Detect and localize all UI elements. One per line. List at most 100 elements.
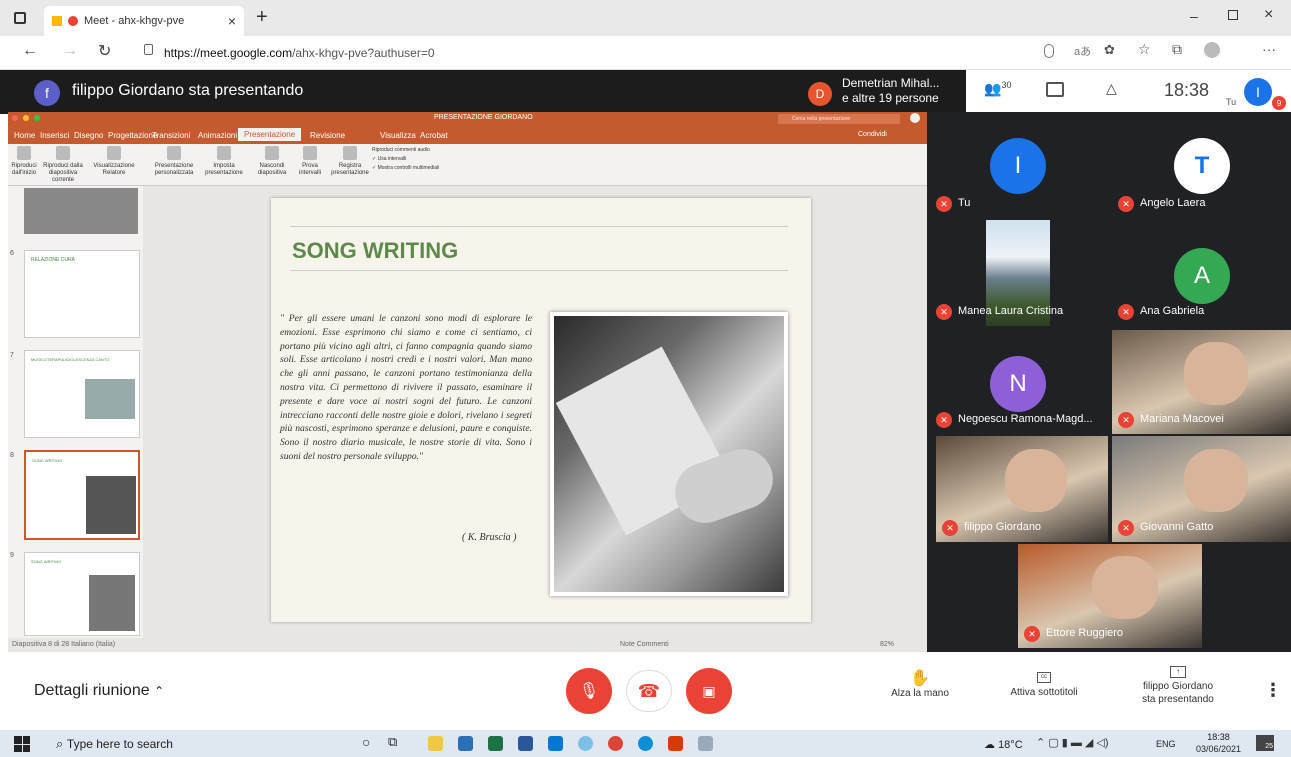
check-media[interactable]: ✓ Mostra controlli multimediali	[372, 164, 439, 173]
browser-tab[interactable]: Meet - ahx-khgv-pve ×	[44, 6, 244, 36]
cortana-icon[interactable]: ○	[362, 734, 370, 750]
lock-icon[interactable]	[144, 44, 153, 55]
clock-time: 18:38	[1164, 80, 1210, 100]
url-host: https://meet.google.com	[164, 46, 293, 60]
presenting-button[interactable]: ↑ filippo Giordano sta presentando	[1128, 666, 1228, 706]
ppt-tab-acrobat[interactable]: Acrobat	[420, 131, 448, 140]
ppt-tab-home[interactable]: Home	[14, 131, 35, 140]
forward-icon[interactable]: →	[62, 42, 78, 60]
status-zoom[interactable]: 82%	[880, 641, 894, 648]
thumb-7[interactable]: MUSICOTERAPIA ADOLESCENZA CANTO	[24, 350, 140, 438]
outlook-icon[interactable]	[548, 736, 563, 751]
check-audio[interactable]: Riproduci commenti audio	[372, 146, 439, 155]
photos-icon[interactable]	[578, 736, 593, 751]
ppt-ribbon-button-0[interactable]: Riproduci dall'inizio	[10, 146, 38, 177]
windows-start-icon[interactable]	[14, 736, 30, 752]
ribbon-button-icon	[343, 146, 357, 160]
ppt-search-box[interactable]: Cerca nella presentazione	[778, 114, 900, 124]
acrobat-icon[interactable]	[668, 736, 683, 751]
participant-name: Angelo Laera	[1140, 197, 1206, 209]
slide-title-rule	[290, 270, 788, 271]
maximize-icon[interactable]	[1228, 10, 1238, 20]
participant-name: filippo Giordano	[964, 521, 1042, 533]
participant-avatar: T	[1174, 138, 1230, 194]
chrome-icon[interactable]	[608, 736, 623, 751]
ppt-tab-presentazione[interactable]: Presentazione	[238, 128, 302, 141]
ppt-tab-transizioni[interactable]: Transizioni	[152, 131, 190, 140]
thumb-8-selected[interactable]: SONG WRITING	[24, 450, 140, 540]
ppt-ribbon-button-6[interactable]: Prova intervalli	[292, 146, 328, 177]
notification-center-icon[interactable]: 25	[1256, 735, 1274, 751]
paint-icon[interactable]	[698, 736, 713, 751]
chat-icon[interactable]	[1046, 82, 1064, 97]
ribbon-button-label: Riproduci dall'inizio	[11, 163, 37, 176]
ribbon-button-icon	[217, 146, 231, 160]
ppt-tab-animazioni[interactable]: Animazioni	[198, 131, 237, 140]
profile-icon[interactable]	[1204, 42, 1220, 58]
ppt-tab-visualizza[interactable]: Visualizza	[380, 131, 416, 140]
muted-mic-icon: ✕	[1118, 196, 1134, 212]
back-icon[interactable]: ←	[22, 42, 38, 60]
favorites-icon[interactable]: ☆	[1138, 41, 1151, 58]
status-slide-info: Diapositiva 8 di 28 Italiano (Italia)	[12, 641, 116, 648]
people-icon[interactable]: 👥30	[984, 80, 1011, 98]
captions-button[interactable]: cc Attiva sottotitoli	[994, 672, 1094, 698]
status-notes-comments[interactable]: Note Commenti	[620, 641, 669, 648]
close-window-icon[interactable]: ×	[1264, 6, 1273, 24]
more-options-icon[interactable]: ···	[1262, 41, 1276, 57]
ppt-tab-disegno[interactable]: Disegno	[74, 131, 103, 140]
leave-call-button[interactable]: ☎	[626, 670, 672, 712]
tray-icons[interactable]: ⌃ ▢ ▮ ▬ ◢ ◁)	[1036, 736, 1109, 749]
participant-face	[1183, 448, 1249, 513]
camera-off-button[interactable]: ▣	[686, 668, 732, 714]
thumb-9[interactable]: SONG WRITING	[24, 552, 140, 636]
input-language[interactable]: ENG	[1156, 739, 1176, 749]
ppt-tab-inserisci[interactable]: Inserisci	[40, 131, 69, 140]
task-view-icon[interactable]: ⧉	[388, 734, 397, 750]
ppt-ribbon-button-3[interactable]: Presentazione personalizzata	[150, 146, 198, 177]
others-avatar: D	[808, 82, 832, 106]
meeting-details-button[interactable]: Dettagli riunione ⌃	[34, 682, 164, 700]
ppt-tab-progettazione[interactable]: Progettazione	[108, 131, 157, 140]
thumb-5-partial[interactable]	[24, 188, 138, 234]
weather[interactable]: ☁ 18°C	[984, 738, 1023, 751]
participant-face	[1183, 342, 1249, 405]
ppt-ribbon-button-7[interactable]: Registra presentazione	[330, 146, 370, 177]
ppt-tab-revisione[interactable]: Revisione	[310, 131, 345, 140]
others-count: e altre 19 persone	[842, 91, 939, 105]
ppt-ribbon-button-2[interactable]: Visualizzazione Relatore	[88, 146, 140, 177]
file-explorer-icon[interactable]	[428, 736, 443, 751]
reload-icon[interactable]: ↻	[98, 41, 111, 61]
excel-icon[interactable]	[488, 736, 503, 751]
activities-icon[interactable]: △	[1106, 80, 1117, 97]
chevron-up-icon: ⌃	[154, 684, 165, 698]
edge-icon[interactable]	[638, 736, 653, 751]
ppt-ribbon-button-5[interactable]: Nascondi diapositiva	[252, 146, 292, 177]
word-icon[interactable]	[518, 736, 533, 751]
extensions-icon[interactable]: ✿	[1104, 42, 1115, 58]
taskbar-clock[interactable]: 18:38 03/06/2021	[1196, 731, 1241, 755]
thumb-6[interactable]: RELAZIONE CURA	[24, 250, 140, 338]
self-avatar[interactable]: I	[1244, 78, 1272, 106]
taskbar-search[interactable]: ⌕ Type here to search	[56, 736, 173, 752]
minimize-icon[interactable]: –	[1190, 8, 1198, 24]
new-tab-icon[interactable]: +	[256, 6, 268, 29]
check-timings[interactable]: ✓ Usa intervalli	[372, 155, 439, 164]
ppt-ribbon-button-4[interactable]: Imposta presentazione	[200, 146, 248, 177]
others-info[interactable]: Demetrian Mihal... e altre 19 persone	[842, 76, 939, 106]
more-options-vertical-icon[interactable]: ⋮	[1264, 680, 1282, 701]
ppt-ribbon-button-1[interactable]: Riproduci dalla diapositiva corrente	[40, 146, 86, 184]
close-tab-icon[interactable]: ×	[228, 13, 236, 29]
raise-hand-button[interactable]: ✋ Alza la mano	[880, 668, 960, 699]
collections-icon[interactable]: ⧉	[1172, 41, 1182, 58]
muted-mic-icon: ✕	[1118, 520, 1134, 536]
url-field[interactable]: https://meet.google.com/ahx-khgv-pve?aut…	[164, 42, 1044, 64]
mic-permission-icon[interactable]	[1044, 44, 1054, 58]
read-aloud-icon[interactable]: aあ	[1074, 43, 1091, 59]
tab-actions-icon[interactable]	[14, 12, 26, 24]
store-icon[interactable]	[458, 736, 473, 751]
ppt-min-dot	[23, 115, 29, 121]
ppt-share-button[interactable]: Condividi	[858, 131, 887, 138]
mic-off-button[interactable]: 🎙	[566, 668, 612, 714]
muted-mic-icon: ✕	[936, 304, 952, 320]
